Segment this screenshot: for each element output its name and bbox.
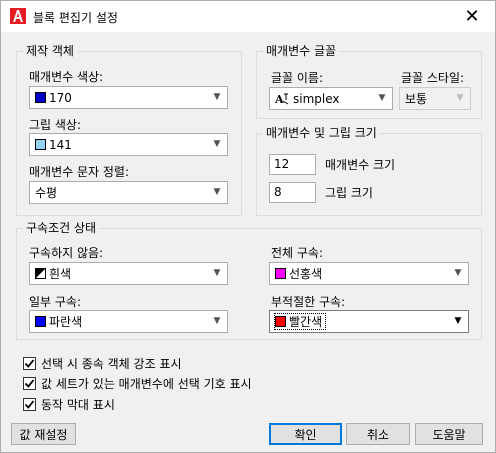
param-text-align-value: 수평 xyxy=(35,186,58,200)
highlight-dependent-label: 선택 시 종속 객체 강조 표시 xyxy=(41,357,182,371)
param-text-align-label: 매개변수 문자 정렬: xyxy=(29,165,129,179)
show-value-set-marker-label: 값 세트가 있는 매개변수에 선택 기호 표시 xyxy=(41,377,252,391)
title-bar: 블록 편집기 설정 ✕ xyxy=(1,1,495,32)
white-swatch-icon xyxy=(35,268,46,279)
highlight-dependent-checkbox[interactable] xyxy=(23,357,36,370)
truetype-font-icon: A xyxy=(275,93,289,105)
param-color-value: 170 xyxy=(49,90,72,105)
chevron-down-icon: ▼ xyxy=(213,268,221,278)
chevron-down-icon: ▼ xyxy=(213,92,221,102)
fully-constrained-swatch xyxy=(275,268,286,279)
chevron-down-icon: ▼ xyxy=(454,316,462,326)
chevron-down-icon: ▼ xyxy=(213,187,221,197)
close-icon: ✕ xyxy=(464,6,480,27)
unconstrained-color-select[interactable]: 흰색 ▼ xyxy=(29,262,228,285)
partial-constrained-color-select[interactable]: 파란색 ▼ xyxy=(29,310,228,333)
window-title: 블록 편집기 설정 xyxy=(33,11,118,25)
font-style-label: 글꼴 스타일: xyxy=(401,71,465,85)
chevron-down-icon: ▼ xyxy=(213,316,221,326)
param-text-align-select[interactable]: 수평 ▼ xyxy=(29,181,228,204)
partial-constrained-color-value: 파란색 xyxy=(49,315,83,329)
show-value-set-marker-checkbox[interactable] xyxy=(23,377,36,390)
improper-constrained-label: 부적절한 구속: xyxy=(271,295,346,309)
fully-constrained-color-value: 선홍색 xyxy=(289,267,323,281)
show-action-bars-label: 동작 막대 표시 xyxy=(41,398,115,412)
font-style-value: 보통 xyxy=(405,92,428,106)
block-editor-settings-dialog: 블록 편집기 설정 ✕ 제작 객체 매개변수 색상: 170 ▼ 그립 색상: … xyxy=(0,0,496,453)
svg-text:A: A xyxy=(275,93,284,105)
chevron-down-icon: ▼ xyxy=(213,139,221,149)
param-size-input[interactable]: 12 xyxy=(269,154,316,175)
chevron-down-icon: ▼ xyxy=(454,268,462,278)
group-title-create-objects: 제작 객체 xyxy=(23,44,77,58)
param-color-swatch xyxy=(35,92,46,103)
font-style-select[interactable]: 보통 ▼ xyxy=(399,87,471,110)
group-title-param-font: 매개변수 글꼴 xyxy=(263,44,340,58)
checkmark-icon xyxy=(24,359,35,368)
ok-button[interactable]: 확인 xyxy=(269,423,342,445)
grip-color-swatch xyxy=(35,139,46,150)
help-button[interactable]: 도움말 xyxy=(415,423,483,445)
close-button[interactable]: ✕ xyxy=(449,1,495,32)
grip-size-input[interactable]: 8 xyxy=(269,182,316,203)
checkmark-icon xyxy=(24,400,35,409)
fully-constrained-color-select[interactable]: 선홍색 ▼ xyxy=(269,262,469,285)
improper-constrained-color-value: 빨간색 xyxy=(289,315,323,329)
improper-constrained-swatch xyxy=(275,316,286,327)
group-title-param-grip-size: 매개변수 및 그립 크기 xyxy=(263,126,380,140)
unconstrained-color-value: 흰색 xyxy=(49,267,72,281)
grip-size-label: 그립 크기 xyxy=(325,186,373,200)
show-action-bars-checkbox[interactable] xyxy=(23,398,36,411)
improper-constrained-color-select[interactable]: 빨간색 ▼ xyxy=(269,310,469,333)
partial-constrained-label: 일부 구속: xyxy=(29,295,82,309)
font-name-value: simplex xyxy=(293,91,340,106)
autocad-logo-icon xyxy=(10,8,26,24)
cancel-button[interactable]: 취소 xyxy=(346,423,410,445)
chevron-down-icon: ▼ xyxy=(378,93,386,103)
param-size-label: 매개변수 크기 xyxy=(325,158,396,172)
param-color-label: 매개변수 색상: xyxy=(29,70,104,84)
fully-constrained-label: 전체 구속: xyxy=(271,246,324,260)
font-name-select[interactable]: A simplex ▼ xyxy=(269,87,393,110)
reset-values-button[interactable]: 값 재설정 xyxy=(11,423,76,445)
grip-color-value: 141 xyxy=(49,137,72,152)
grip-color-select[interactable]: 141 ▼ xyxy=(29,133,228,156)
unconstrained-label: 구속하지 않음: xyxy=(29,246,104,260)
checkmark-icon xyxy=(24,379,35,388)
param-color-select[interactable]: 170 ▼ xyxy=(29,86,228,109)
font-name-label: 글꼴 이름: xyxy=(271,71,324,85)
group-title-constraint-status: 구속조건 상태 xyxy=(23,221,100,235)
partial-constrained-swatch xyxy=(35,316,46,327)
chevron-down-icon: ▼ xyxy=(456,93,464,103)
grip-color-label: 그립 색상: xyxy=(29,118,82,132)
